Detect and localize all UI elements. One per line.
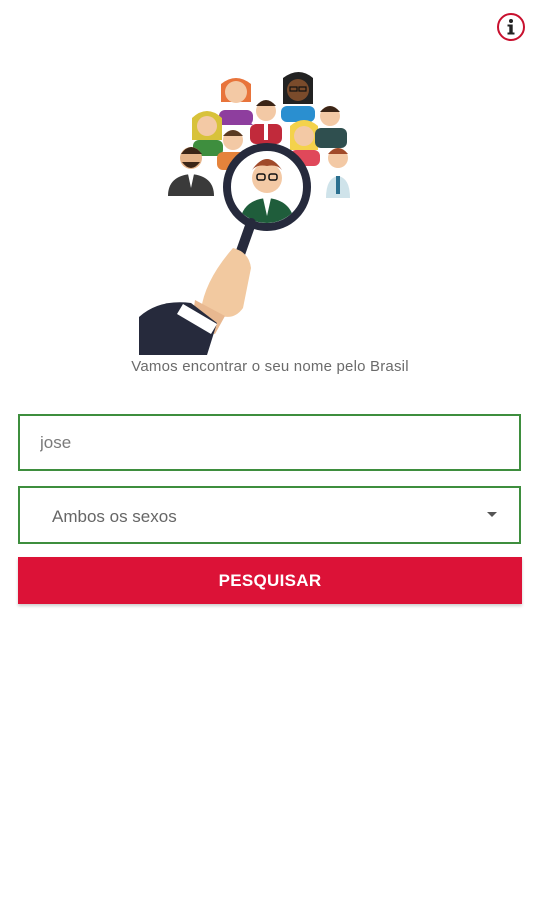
person-avatar: [250, 100, 282, 144]
person-avatar: [219, 78, 253, 125]
search-button[interactable]: PESQUISAR: [18, 557, 522, 604]
person-avatar: [281, 72, 315, 122]
dropdown-arrow-icon: [487, 512, 497, 517]
info-circle-icon: [497, 13, 525, 41]
sex-select-value: Ambos os sexos: [52, 507, 177, 526]
hand-icon: [139, 248, 251, 355]
person-avatar: [315, 106, 347, 148]
hero-illustration: [135, 70, 365, 355]
tagline: Vamos encontrar o seu nome pelo Brasil: [131, 358, 409, 375]
name-field[interactable]: [18, 414, 521, 471]
magnifying-glass-people-icon: [139, 72, 350, 355]
sex-select[interactable]: Ambos os sexos: [18, 486, 521, 544]
info-button[interactable]: [496, 12, 526, 42]
name-input[interactable]: [20, 416, 519, 469]
person-avatar: [326, 148, 350, 198]
